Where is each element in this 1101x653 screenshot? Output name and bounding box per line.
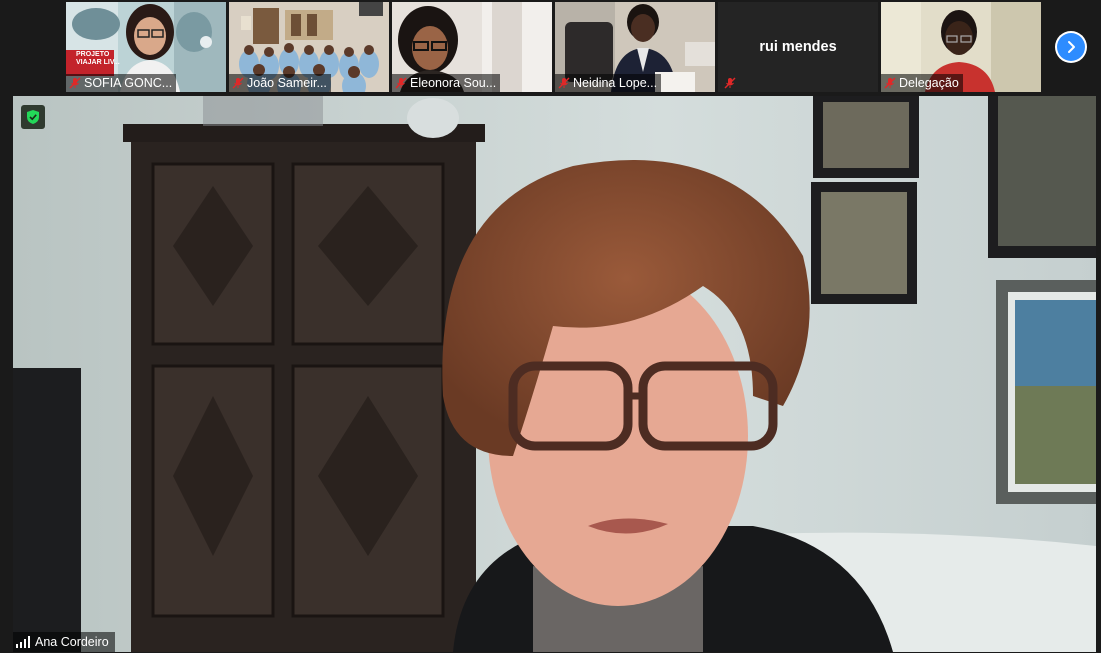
participant-name-bar: Delegação [881,74,963,92]
participant-name: Delegação [899,76,959,90]
active-speaker-video[interactable]: Ana Cordeiro [13,96,1096,652]
mic-muted-icon [724,77,736,89]
participant-name: Eleonora Sou... [410,76,497,90]
participant-name: João Sameir... [247,76,327,90]
participant-tile[interactable]: João Sameir... [229,2,389,92]
video-banner-text: PROJETO VIAJAR LIV... [76,51,120,66]
mic-muted-icon [558,77,570,89]
mic-muted-icon [69,77,81,89]
active-speaker-name-bar: Ana Cordeiro [13,632,115,652]
participant-tile[interactable]: PROJETO VIAJAR LIV... SOFIA GONC... [66,2,226,92]
participant-tile[interactable]: rui mendes [718,2,878,92]
shield-check-icon [21,105,45,129]
participant-name: rui mendes [759,39,837,55]
participant-tile[interactable]: Delegação [881,2,1041,92]
participant-name-bar: João Sameir... [229,74,331,92]
participant-gallery-strip: PROJETO VIAJAR LIV... SOFIA GONC... João… [0,0,1101,94]
mic-muted-icon [884,77,896,89]
active-speaker-name: Ana Cordeiro [35,635,109,649]
gallery-next-button[interactable] [1055,31,1087,63]
participant-tile[interactable]: Neidina Lope... [555,2,715,92]
mic-muted-icon [232,77,244,89]
signal-bars-icon [16,636,30,648]
chevron-right-icon [1057,33,1085,61]
participant-name: SOFIA GONC... [84,76,173,90]
meeting-window: PROJETO VIAJAR LIV... SOFIA GONC... João… [0,0,1101,653]
participant-name: Neidina Lope... [573,76,658,90]
participant-name-bar: SOFIA GONC... [66,74,177,92]
participant-name-bar: Neidina Lope... [555,74,662,92]
mic-muted-icon [395,77,407,89]
speaker-video-frame [13,96,1096,652]
participant-tile[interactable]: Eleonora Sou... [392,2,552,92]
participant-name-bar: Eleonora Sou... [392,74,501,92]
